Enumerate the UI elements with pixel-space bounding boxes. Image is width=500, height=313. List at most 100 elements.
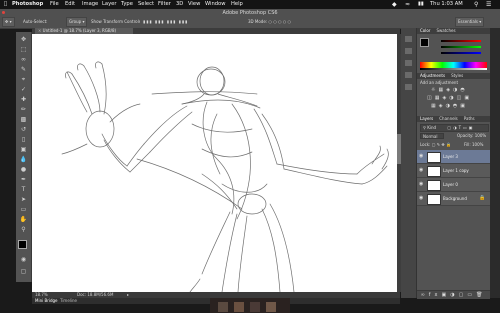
lock-icons[interactable]: ▢ ✎ ✥ 🔒	[432, 142, 451, 147]
gradient-tool-icon[interactable]: ▣	[19, 146, 28, 153]
hand-tool-icon[interactable]: ✋	[19, 216, 28, 223]
new-adjustment-icon[interactable]: ◑	[450, 292, 458, 298]
screen-mode-icon[interactable]: ▢	[19, 268, 28, 275]
tab-styles[interactable]: Styles	[451, 73, 463, 78]
tab-paths[interactable]: Paths	[464, 116, 475, 121]
shape-tool-icon[interactable]: ▭	[19, 206, 28, 213]
close-tab-icon[interactable]: ×	[38, 28, 41, 33]
tab-swatches[interactable]: Swatches	[436, 28, 455, 33]
layer-row[interactable]: ◉ Layer 0	[417, 178, 490, 192]
trash-icon[interactable]: 🗑	[476, 292, 486, 298]
zoom-tool-icon[interactable]: ⚲	[19, 226, 28, 233]
battery-icon[interactable]: ▮▮	[418, 0, 424, 9]
menu-layer[interactable]: Layer	[102, 0, 116, 9]
brush-tool-icon[interactable]: ✏	[19, 106, 28, 113]
healing-brush-tool-icon[interactable]: ✚	[19, 96, 28, 103]
path-selection-tool-icon[interactable]: ➤	[19, 196, 28, 203]
close-window-button[interactable]	[2, 11, 5, 14]
foreground-color-chip[interactable]	[420, 38, 429, 47]
marquee-tool-icon[interactable]: ⬚	[19, 46, 28, 53]
eye-icon[interactable]: ◉	[419, 168, 424, 173]
quick-mask-icon[interactable]: ◉	[19, 256, 28, 263]
dropbox-icon[interactable]: ◆	[392, 0, 397, 9]
show-transform-checkbox[interactable]: Show Transform Controls	[88, 17, 144, 27]
workspace-switcher[interactable]: Essentials ▾	[455, 17, 485, 27]
green-slider[interactable]	[441, 46, 481, 48]
fill-control[interactable]: Fill: 100%	[464, 142, 483, 148]
tab-adjustments[interactable]: Adjustments	[420, 73, 445, 78]
type-tool-icon[interactable]: T	[19, 186, 28, 193]
layer-name[interactable]: Background	[443, 192, 467, 205]
crop-tool-icon[interactable]: ⌖	[19, 76, 28, 83]
clone-stamp-tool-icon[interactable]: ▩	[19, 116, 28, 123]
dock-app-icon[interactable]	[218, 302, 228, 312]
eye-icon[interactable]: ◉	[419, 182, 424, 187]
tab-color[interactable]: Color	[420, 28, 430, 33]
tab-layers[interactable]: Layers	[420, 116, 433, 121]
menu-filter[interactable]: Filter	[158, 0, 171, 9]
auto-select-target[interactable]: Group ▾	[66, 17, 88, 27]
blend-mode-select[interactable]: Normal	[420, 133, 444, 139]
dock-app-icon[interactable]	[266, 302, 276, 312]
layer-row[interactable]: ◉ Layer 3	[417, 150, 490, 164]
layer-name[interactable]: Layer 3	[443, 150, 458, 163]
blue-slider[interactable]	[441, 52, 481, 54]
menu-select[interactable]: Select	[138, 0, 154, 9]
adjustment-icons-row-3[interactable]: ▦◈◑◓▣	[431, 103, 468, 109]
menu-image[interactable]: Image	[82, 0, 98, 9]
menu-photoshop[interactable]: Photoshop	[12, 0, 43, 9]
tab-channels[interactable]: Channels	[439, 116, 458, 121]
adjustment-icons-row-1[interactable]: ☼▦◈◑◓	[431, 87, 468, 93]
quick-select-tool-icon[interactable]: ✎	[19, 66, 28, 73]
menu-help[interactable]: Help	[231, 0, 243, 9]
tab-mini-bridge[interactable]: Mini Bridge	[35, 298, 58, 304]
add-mask-icon[interactable]: ▣	[441, 292, 450, 298]
menu-window[interactable]: Window	[205, 0, 225, 9]
opacity-control[interactable]: Opacity: 100%	[457, 133, 486, 139]
eyedropper-tool-icon[interactable]: ✓	[19, 86, 28, 93]
3d-mode[interactable]: 3D Mode: ○ ○ ○ ○ ○	[245, 17, 294, 27]
move-tool-preset[interactable]: ✥ ▾	[2, 17, 15, 27]
dock-app-icon[interactable]	[234, 302, 244, 312]
notifications-icon[interactable]: ☰	[486, 0, 491, 9]
wifi-icon[interactable]: ≈	[405, 0, 410, 9]
spotlight-icon[interactable]: ⚲	[474, 0, 478, 9]
fill-value[interactable]: 100%	[472, 142, 483, 147]
adjustment-icons-row-2[interactable]: ◫▦◈◑◫▣	[427, 95, 472, 101]
brush-panel-icon[interactable]	[405, 60, 412, 66]
menu-3d[interactable]: 3D	[176, 0, 183, 9]
layer-name[interactable]: Layer 0	[443, 178, 458, 191]
canvas[interactable]	[32, 34, 397, 292]
opacity-value[interactable]: 100%	[475, 133, 486, 138]
align-buttons[interactable]: ▮▮▮ ▮▮▮ ▮▮▮ ▮▮▮	[140, 17, 192, 27]
layer-name[interactable]: Layer 1 copy	[443, 164, 469, 177]
lock-controls[interactable]: Lock: ▢ ✎ ✥ 🔒	[420, 142, 451, 148]
character-panel-icon[interactable]	[405, 72, 412, 78]
paragraph-panel-icon[interactable]	[405, 84, 412, 90]
eye-icon[interactable]: ◉	[419, 154, 424, 159]
tab-timeline[interactable]: Timeline	[60, 298, 77, 304]
grayscale-ramp[interactable]	[420, 68, 487, 70]
lasso-tool-icon[interactable]: ∞	[19, 56, 28, 63]
menu-file[interactable]: File	[50, 0, 59, 9]
clock[interactable]: Thu 1:03 AM	[430, 0, 463, 9]
dodge-tool-icon[interactable]: ●	[19, 166, 28, 173]
history-brush-tool-icon[interactable]: ↺	[19, 126, 28, 133]
menu-view[interactable]: View	[188, 0, 200, 9]
menu-type[interactable]: Type	[121, 0, 133, 9]
dock-app-icon[interactable]	[250, 302, 260, 312]
eraser-tool-icon[interactable]: ▯	[19, 136, 28, 143]
link-layers-icon[interactable]: ∞	[421, 292, 429, 298]
auto-select-checkbox[interactable]: Auto-Select:	[20, 17, 51, 27]
red-slider[interactable]	[441, 40, 481, 42]
menu-edit[interactable]: Edit	[65, 0, 75, 9]
foreground-color-swatch[interactable]	[18, 240, 27, 249]
eye-icon[interactable]: ◉	[419, 196, 424, 201]
layer-row[interactable]: ◉ Layer 1 copy	[417, 164, 490, 178]
pen-tool-icon[interactable]: ✒	[19, 176, 28, 183]
properties-panel-icon[interactable]	[405, 48, 412, 54]
layer-row[interactable]: ◉ Background 🔒	[417, 192, 490, 206]
layer-filter-row[interactable]: ⚲ Kind ▢◑T▭▣	[420, 124, 489, 132]
move-tool-icon[interactable]: ✥	[19, 36, 28, 43]
blur-tool-icon[interactable]: 💧	[19, 156, 28, 163]
